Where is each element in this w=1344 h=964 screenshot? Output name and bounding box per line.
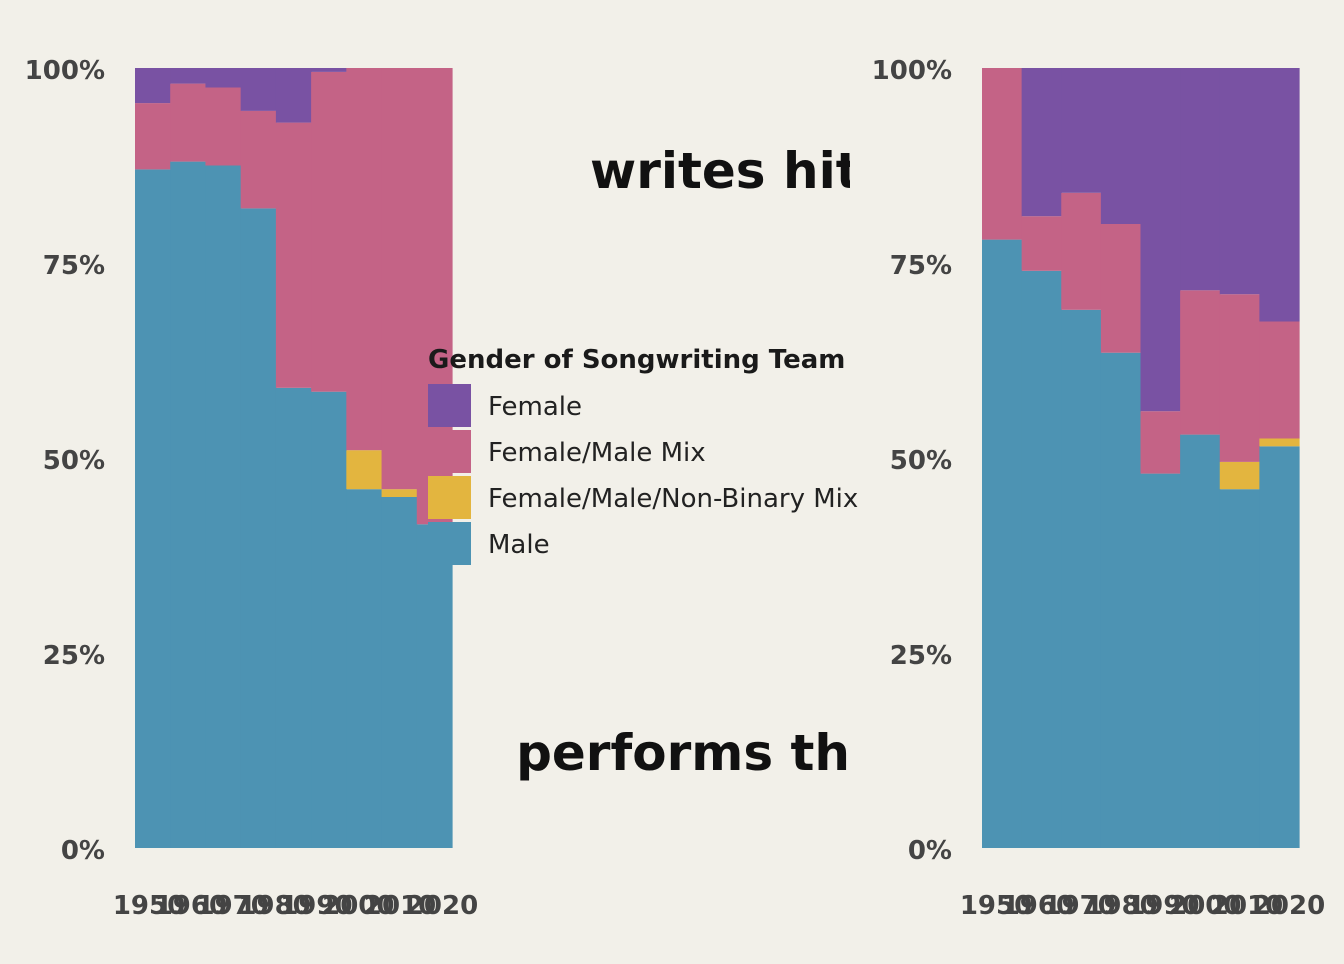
- area-segment-male: [275, 387, 312, 848]
- area-segment-female-male-mix: [1259, 321, 1300, 439]
- area-segment-female-male-mix: [381, 68, 418, 490]
- y-tick-label: 75%: [890, 251, 952, 281]
- area-segment-female: [1180, 68, 1221, 291]
- area-segment-female-male-mix: [275, 122, 312, 388]
- y-tick-label: 25%: [890, 641, 952, 671]
- area-segment-female: [1259, 68, 1300, 322]
- area-segment-male: [135, 169, 171, 848]
- legend-label: Male: [488, 530, 550, 560]
- legend-swatch: [428, 476, 471, 519]
- legend-swatch: [428, 430, 471, 473]
- area-segment-female: [1140, 68, 1181, 412]
- area-segment-female-male-mix: [1021, 216, 1062, 271]
- legend-swatch: [428, 384, 471, 427]
- legend-item-female: Female: [428, 380, 928, 427]
- area-segment-male: [346, 489, 383, 848]
- area-segment-female-male-mix: [1140, 411, 1181, 474]
- chart-panel-1: 0%25%50%75%100%1950196019701980199020002…: [25, 56, 479, 921]
- area-segment-male: [311, 391, 347, 848]
- area-segment-female: [311, 68, 347, 72]
- area-segment-male: [416, 524, 453, 848]
- area-segment-female-male-mix: [311, 71, 347, 392]
- area-segment-female-male-mix: [170, 83, 207, 162]
- area-segment-male: [170, 161, 207, 849]
- legend-item-female-male-mix: Female/Male Mix: [428, 426, 928, 473]
- x-tick-label: 2020: [406, 891, 478, 921]
- area-segment-male: [1219, 489, 1260, 848]
- area-segment-male: [982, 239, 1023, 849]
- y-tick-label: 25%: [43, 641, 105, 671]
- legend-title: Gender of Songwriting Team: [428, 345, 846, 375]
- chart-heading-top: writes hit so: [590, 142, 850, 200]
- area-segment-female-male-mix: [982, 68, 1023, 240]
- area-segment-female: [1021, 68, 1062, 217]
- legend-swatch: [428, 522, 471, 565]
- area-segment-male: [205, 165, 242, 848]
- chart-panel-2: 0%25%50%75%100%1950196019701980199020002…: [872, 56, 1326, 921]
- area-segment-female-male-mix: [1100, 224, 1142, 353]
- area-segment-female: [170, 68, 207, 84]
- area-segment-female: [275, 68, 312, 123]
- y-tick-label: 0%: [61, 836, 105, 866]
- area-segment-female-male-non-binary-mix: [346, 450, 383, 490]
- area-segment-female-male-non-binary-mix: [381, 489, 418, 497]
- area-segment-female: [1100, 68, 1142, 224]
- area-segment-female-male-non-binary-mix: [1219, 461, 1260, 490]
- area-segment-female-male-mix: [1061, 192, 1102, 310]
- area-segment-male: [1259, 446, 1300, 848]
- chart-heading-bottom: performs th: [516, 724, 850, 782]
- area-segment-male: [1061, 309, 1102, 848]
- area-segment-male: [240, 208, 277, 848]
- area-segment-male: [381, 497, 418, 848]
- area-segment-male: [1100, 352, 1142, 848]
- area-segment-female-male-mix: [1219, 294, 1260, 462]
- area-segment-female: [1219, 68, 1260, 295]
- area-segment-female-male-mix: [1180, 290, 1221, 435]
- area-segment-female-male-non-binary-mix: [1259, 438, 1300, 447]
- legend: Gender of Songwriting Team Female Female…: [428, 340, 928, 565]
- area-segment-male: [1180, 434, 1221, 848]
- area-segment-female-male-mix: [346, 68, 383, 451]
- area-segment-male: [1140, 473, 1181, 848]
- y-tick-label: 75%: [43, 251, 105, 281]
- y-tick-label: 100%: [25, 56, 105, 86]
- y-tick-label: 50%: [43, 446, 105, 476]
- area-segment-male: [1021, 270, 1062, 848]
- area-segment-female: [1061, 68, 1102, 193]
- x-tick-label: 2020: [1253, 891, 1325, 921]
- y-tick-label: 100%: [872, 56, 952, 86]
- legend-item-male: Male: [428, 518, 928, 565]
- legend-item-nonbinary-mix: Female/Male/Non-Binary Mix: [428, 472, 928, 519]
- area-segment-female-male-mix: [240, 110, 277, 209]
- area-segment-female-male-mix: [205, 87, 242, 166]
- area-segment-female: [135, 68, 171, 104]
- y-tick-label: 0%: [908, 836, 952, 866]
- area-segment-female: [240, 68, 277, 111]
- area-segment-female: [205, 68, 242, 88]
- area-segment-female-male-mix: [135, 103, 171, 170]
